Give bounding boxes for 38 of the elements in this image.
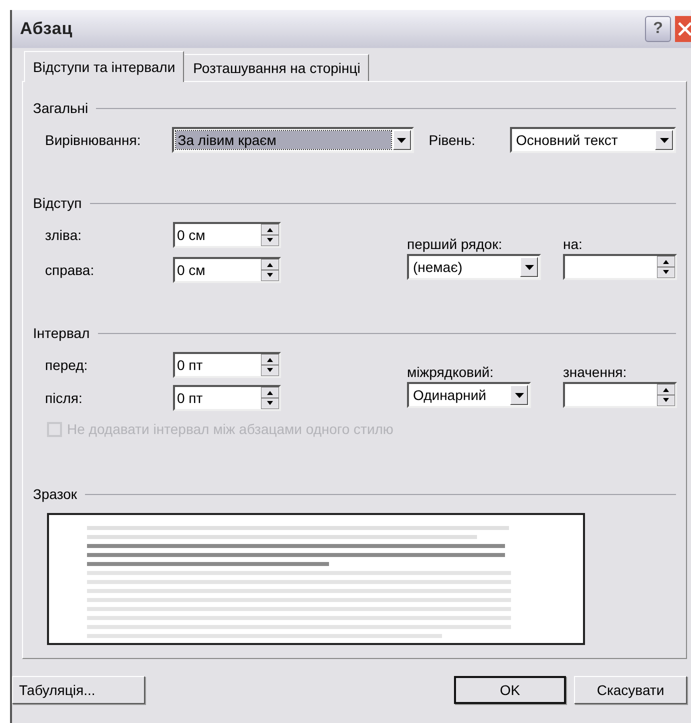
field-label: зліва:: [45, 226, 82, 244]
field-label: перший рядок:: [407, 235, 504, 254]
spin-field[interactable]: 0 см: [173, 257, 281, 283]
spin-buttons-icon[interactable]: [261, 354, 279, 376]
spin-field[interactable]: 0 пт: [173, 352, 281, 378]
section-title: Відступ: [33, 194, 82, 213]
spin-buttons-icon[interactable]: [261, 387, 279, 409]
tabs-button[interactable]: Табуляція...: [12, 676, 145, 704]
spin-field[interactable]: [563, 254, 677, 280]
field-label: після:: [45, 388, 84, 408]
help-button[interactable]: ?: [645, 16, 671, 42]
dropdown[interactable]: Основний текст: [510, 127, 676, 153]
spin-field[interactable]: 0 пт: [173, 385, 281, 411]
close-icon[interactable]: [675, 16, 691, 42]
field-label: Рівень:: [428, 130, 476, 150]
section-title: Зразок: [33, 485, 78, 504]
field-label: значення:: [563, 363, 628, 382]
spin-field[interactable]: [563, 382, 677, 408]
dropdown[interactable]: За лівим краєм: [172, 127, 414, 153]
cancel-button[interactable]: Скасувати: [574, 676, 687, 704]
spin-buttons-icon[interactable]: [657, 256, 675, 278]
tab[interactable]: Розташування на сторінці: [184, 54, 370, 81]
field-label: міжрядковий:: [407, 363, 495, 382]
spin-buttons-icon[interactable]: [657, 384, 675, 406]
window-title: Абзац: [20, 18, 74, 40]
ok-button[interactable]: OK: [454, 676, 566, 704]
dropdown[interactable]: (немає): [407, 254, 541, 280]
field-label: перед:: [45, 356, 89, 375]
tab[interactable]: Відступи та інтервали: [24, 51, 184, 82]
field-label: справа:: [45, 260, 96, 280]
spin-field[interactable]: 0 см: [173, 222, 281, 248]
spin-buttons-icon[interactable]: [261, 224, 279, 246]
spin-buttons-icon[interactable]: [261, 259, 279, 281]
field-label: Вирівнювання:: [45, 130, 142, 150]
section-title: Загальні: [33, 99, 88, 118]
dropdown[interactable]: Одинарний: [407, 382, 531, 408]
section-title: Інтервал: [33, 324, 90, 343]
field-label: на:: [563, 235, 584, 254]
